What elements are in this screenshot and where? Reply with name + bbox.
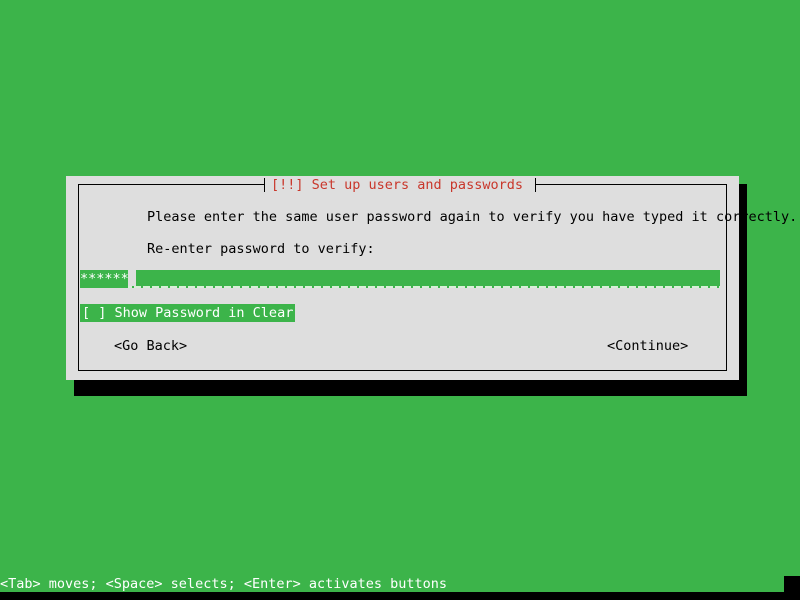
password-field-label: Re-enter password to verify: <box>147 241 375 257</box>
password-input[interactable]: ****** <box>80 270 720 288</box>
installer-screen: [!!] Set up users and passwords Please e… <box>0 0 800 600</box>
terminal-bottom-band <box>0 592 800 600</box>
show-password-checkbox[interactable]: [ ] Show Password in Clear <box>80 304 296 322</box>
password-input-underline-head <box>80 286 128 288</box>
continue-button[interactable]: <Continue> <box>607 337 688 355</box>
go-back-button[interactable]: <Go Back> <box>114 337 187 355</box>
prompt-text: Please enter the same user password agai… <box>147 209 798 225</box>
dialog-title: [!!] Set up users and passwords <box>271 177 523 193</box>
title-separator-right <box>535 178 536 192</box>
setup-users-dialog: [!!] Set up users and passwords Please e… <box>66 176 797 380</box>
dialog-frame-top-left-rule <box>78 184 265 185</box>
password-input-underline <box>80 286 720 288</box>
terminal-bottom-right-block <box>784 576 800 600</box>
dialog-frame-top-right-rule <box>535 184 727 185</box>
keyboard-help-bar: <Tab> moves; <Space> selects; <Enter> ac… <box>0 576 448 592</box>
title-separator-left <box>264 178 265 192</box>
